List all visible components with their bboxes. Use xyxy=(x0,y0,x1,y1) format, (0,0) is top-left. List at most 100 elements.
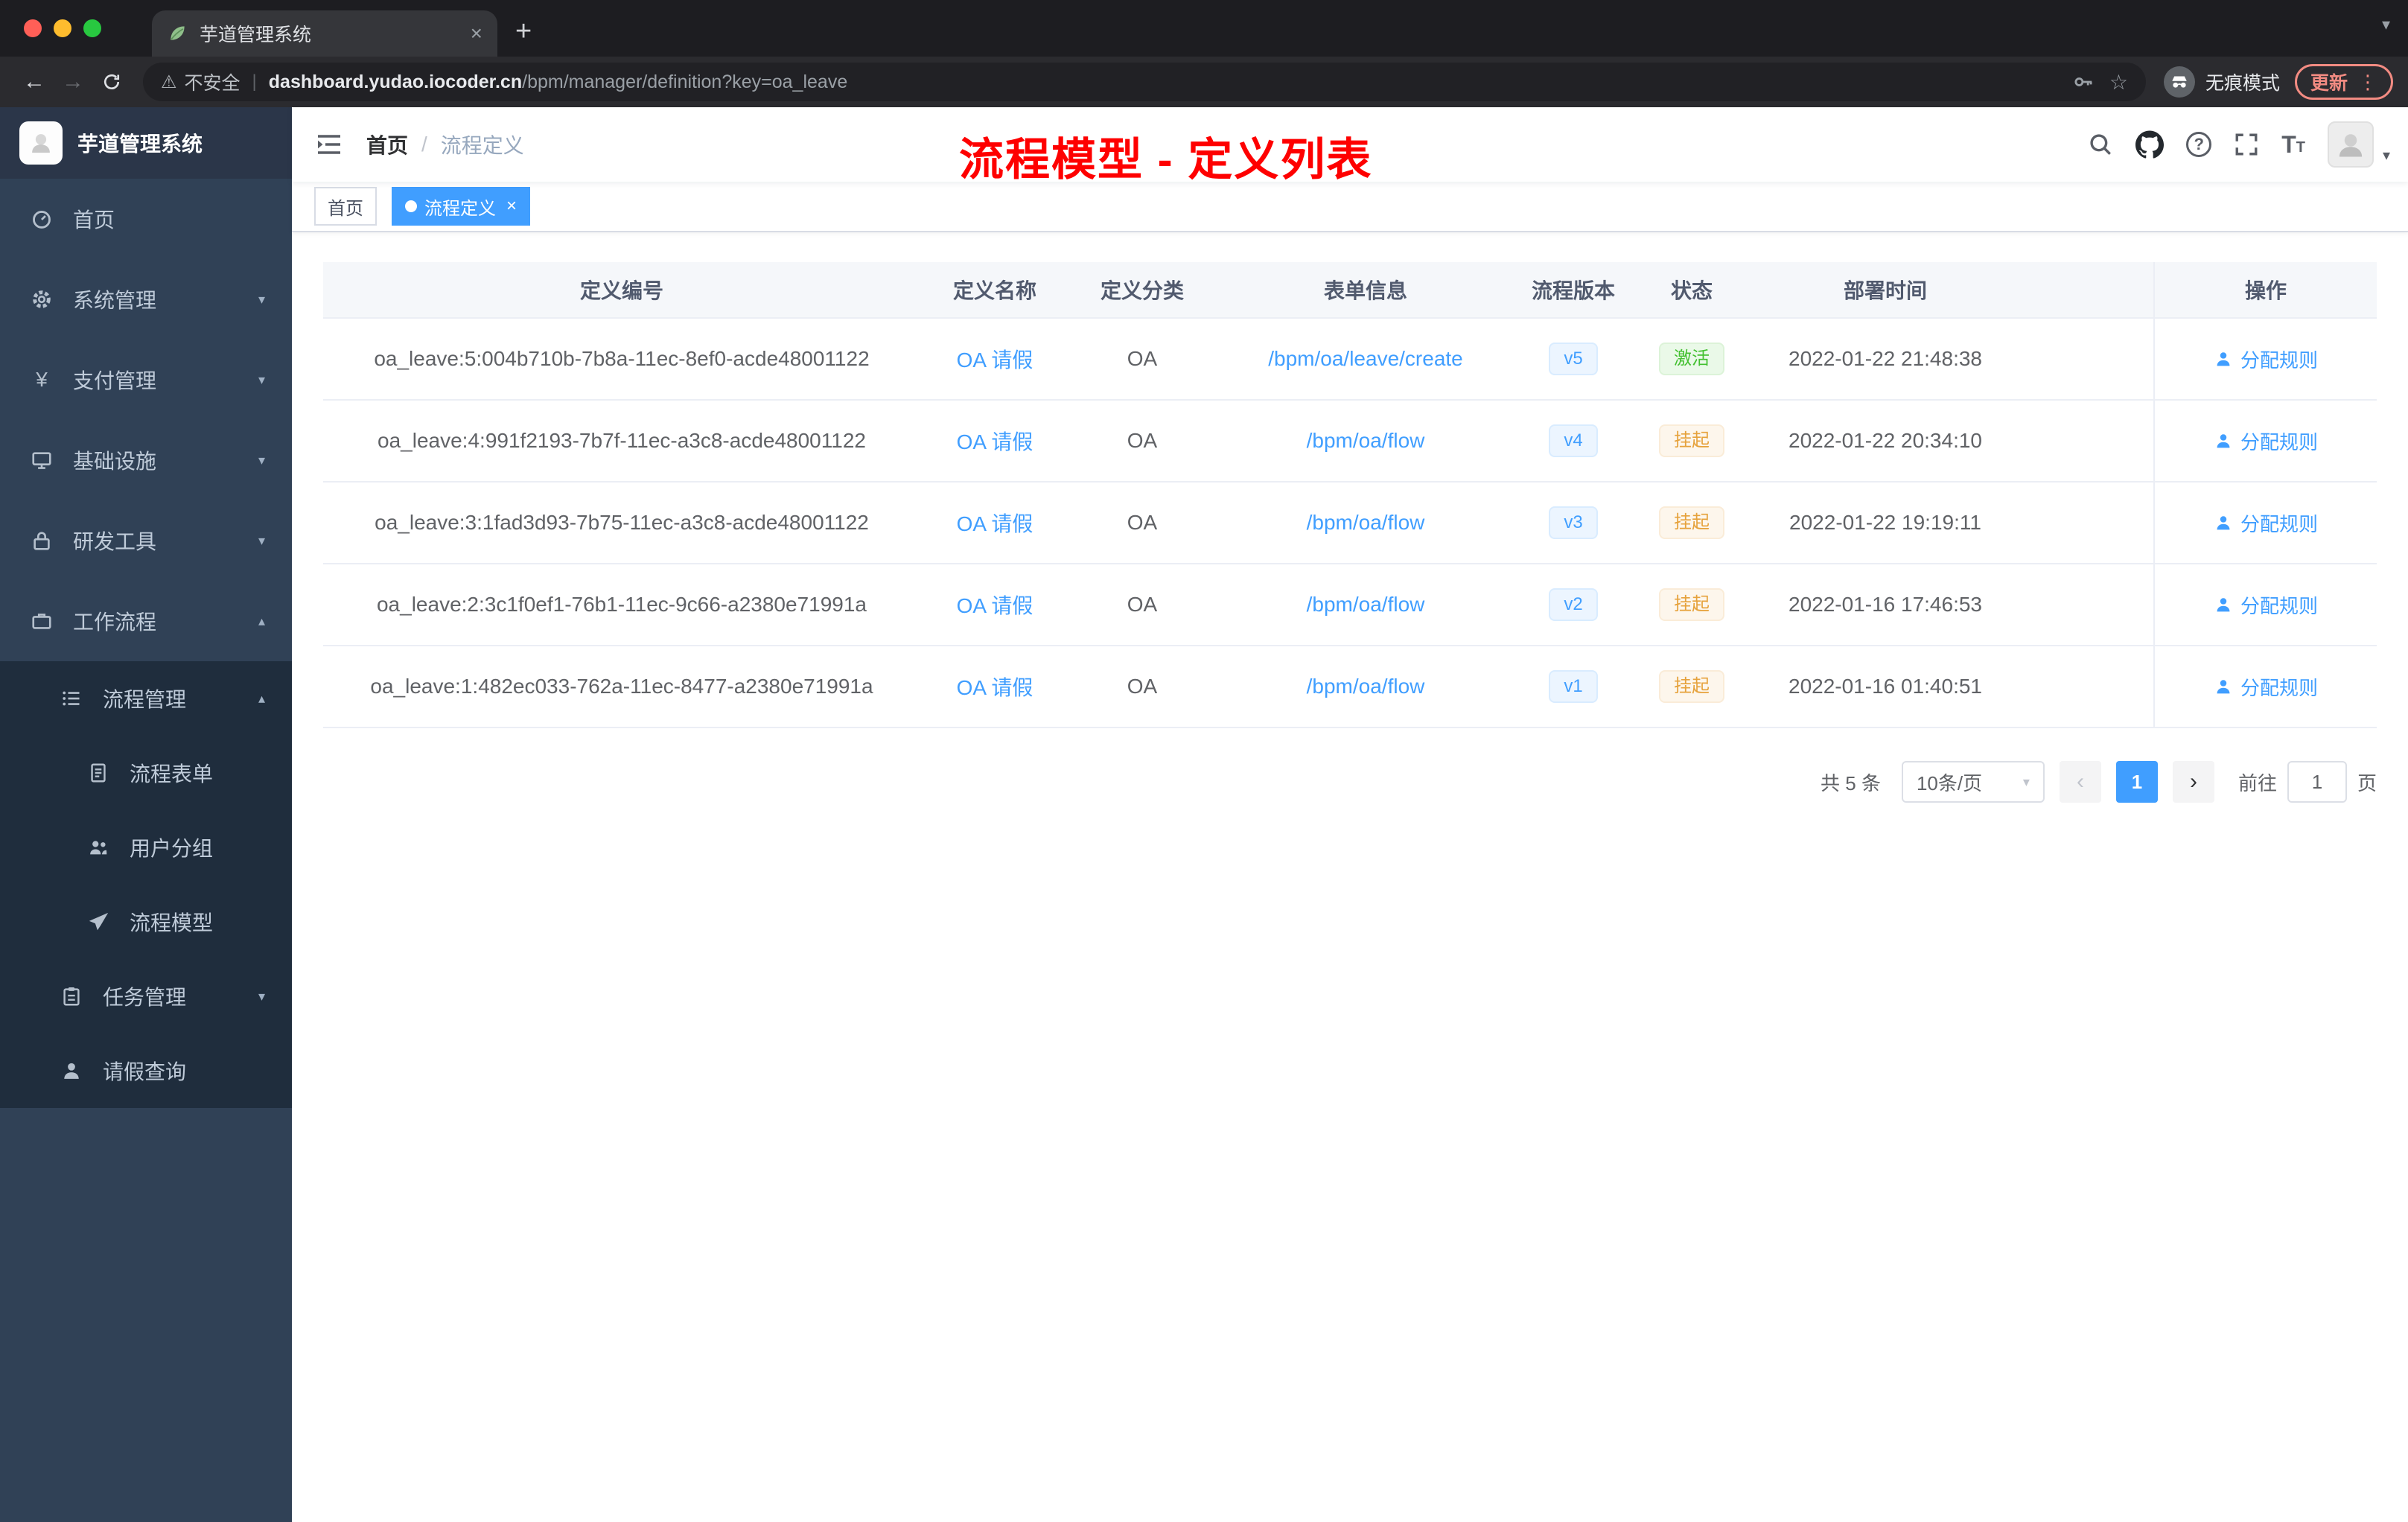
tag-label: 首页 xyxy=(328,198,363,219)
close-window-button[interactable] xyxy=(24,19,42,37)
sidebar-item-task-management[interactable]: 任务管理 ▾ xyxy=(0,959,292,1034)
browser-menu-icon[interactable]: ⋮ xyxy=(2358,71,2377,94)
definition-category: OA xyxy=(1127,429,1158,452)
new-tab-button[interactable]: + xyxy=(515,16,532,48)
sidebar-item-user-group[interactable]: 用户分组 xyxy=(0,810,292,885)
font-size-icon[interactable]: TT xyxy=(2281,133,2305,156)
breadcrumb: 首页 / 流程定义 xyxy=(366,130,524,159)
tag-label: 流程定义 xyxy=(424,198,496,219)
assign-rule-label: 分配规则 xyxy=(2240,430,2318,453)
table-row: oa_leave:5:004b710b-7b8a-11ec-8ef0-acde4… xyxy=(323,319,2377,401)
document-icon xyxy=(86,761,110,785)
user-menu[interactable]: ▾ xyxy=(2327,121,2390,168)
tag-process-definition[interactable]: 流程定义 × xyxy=(392,187,531,226)
tab-search-icon[interactable]: ▾ xyxy=(2382,15,2390,34)
form-link[interactable]: /bpm/oa/flow xyxy=(1307,675,1425,698)
person-icon xyxy=(60,1059,83,1083)
definition-category: OA xyxy=(1127,511,1158,534)
security-warning-icon[interactable]: ⚠ xyxy=(161,71,177,93)
assign-rule-button[interactable]: 分配规则 xyxy=(2214,346,2318,373)
page-size-select[interactable]: 10条/页 ▾ xyxy=(1901,761,2045,803)
definition-name-link[interactable]: OA 请假 xyxy=(957,590,1033,620)
sidebar-item-process-model[interactable]: 流程模型 xyxy=(0,885,292,959)
fullscreen-icon[interactable] xyxy=(2234,132,2259,157)
bookmark-star-icon[interactable]: ☆ xyxy=(2109,70,2128,95)
minimize-window-button[interactable] xyxy=(54,19,71,37)
page-content: 定义编号 定义名称 定义分类 表单信息 流程版本 状态 部署时间 操作 oa_l… xyxy=(292,232,2408,1522)
password-key-icon[interactable] xyxy=(2072,71,2095,93)
tab-close-icon[interactable]: × xyxy=(471,23,482,44)
chrome-update-button[interactable]: 更新 ⋮ xyxy=(2294,64,2393,100)
column-header-category: 定义分类 xyxy=(1100,279,1184,302)
tag-home[interactable]: 首页 xyxy=(314,187,377,226)
list-icon xyxy=(60,687,83,710)
assign-rule-button[interactable]: 分配规则 xyxy=(2214,673,2318,701)
forward-button[interactable]: → xyxy=(54,63,92,101)
sidebar-item-payment[interactable]: ¥ 支付管理 ▾ xyxy=(0,340,292,420)
avatar[interactable] xyxy=(2327,121,2374,168)
lock-icon xyxy=(30,529,54,553)
chevron-down-icon: ▾ xyxy=(258,988,265,1004)
definition-name-link[interactable]: OA 请假 xyxy=(957,508,1033,538)
hamburger-icon[interactable] xyxy=(292,107,366,182)
assign-rule-button[interactable]: 分配规则 xyxy=(2214,509,2318,537)
definition-id: oa_leave:4:991f2193-7b7f-11ec-a3c8-acde4… xyxy=(378,429,866,452)
back-button[interactable]: ← xyxy=(15,63,54,101)
browser-window: 芋道管理系统 × + ▾ ← → ⚠ 不安全 | dashboard.yudao… xyxy=(0,0,2408,1522)
address-bar[interactable]: ⚠ 不安全 | dashboard.yudao.iocoder.cn/bpm/m… xyxy=(143,63,2146,101)
status-badge: 挂起 xyxy=(1659,670,1724,703)
column-header-name: 定义名称 xyxy=(952,279,1036,302)
deploy-time: 2022-01-16 01:40:51 xyxy=(1789,675,1982,698)
form-link[interactable]: /bpm/oa/flow xyxy=(1307,429,1425,453)
help-icon[interactable]: ? xyxy=(2186,132,2212,157)
page-number-1[interactable]: 1 xyxy=(2115,761,2158,803)
sidebar-item-workflow[interactable]: 工作流程 ▴ xyxy=(0,581,292,661)
navbar-actions: ? TT ▾ xyxy=(2088,121,2408,168)
dashboard-icon xyxy=(30,207,54,231)
prev-page-button[interactable]: ‹ xyxy=(2059,761,2101,803)
github-icon[interactable] xyxy=(2135,130,2165,159)
sidebar-item-label: 研发工具 xyxy=(73,530,157,553)
gear-icon xyxy=(30,287,54,311)
caret-down-icon[interactable]: ▾ xyxy=(2383,146,2390,165)
next-page-button[interactable]: › xyxy=(2172,761,2214,803)
tag-close-icon[interactable]: × xyxy=(506,197,517,215)
sidebar-item-home[interactable]: 首页 xyxy=(0,179,292,259)
assign-rule-label: 分配规则 xyxy=(2240,512,2318,535)
paper-plane-icon xyxy=(86,910,110,934)
sidebar-item-infrastructure[interactable]: 基础设施 ▾ xyxy=(0,420,292,500)
table-row: oa_leave:4:991f2193-7b7f-11ec-a3c8-acde4… xyxy=(323,401,2377,483)
sidebar-item-dev-tools[interactable]: 研发工具 ▾ xyxy=(0,500,292,581)
reload-button[interactable] xyxy=(92,63,131,101)
assign-rule-button[interactable]: 分配规则 xyxy=(2214,427,2318,455)
definition-category: OA xyxy=(1127,593,1158,616)
sidebar-item-label: 请假查询 xyxy=(103,1060,187,1083)
form-link[interactable]: /bpm/oa/flow xyxy=(1307,511,1425,535)
sidebar-item-leave-query[interactable]: 请假查询 xyxy=(0,1034,292,1108)
form-link[interactable]: /bpm/oa/leave/create xyxy=(1268,347,1463,371)
security-label[interactable]: 不安全 xyxy=(185,69,241,95)
breadcrumb-home[interactable]: 首页 xyxy=(366,130,408,159)
definition-name-link[interactable]: OA 请假 xyxy=(957,344,1033,374)
assign-rule-button[interactable]: 分配规则 xyxy=(2214,591,2318,619)
goto-label: 前往 xyxy=(2237,771,2277,795)
sidebar-logo[interactable]: 芋道管理系统 xyxy=(0,107,292,179)
main-area: 首页 / 流程定义 流程模型 - 定义列表 ? T T ▾ 首页 流程定义 × … xyxy=(292,107,2408,1522)
goto-page-input[interactable] xyxy=(2287,761,2347,803)
sidebar-item-label: 基础设施 xyxy=(73,450,157,473)
sidebar-item-process-form[interactable]: 流程表单 xyxy=(0,736,292,810)
search-icon[interactable] xyxy=(2088,132,2113,157)
zoom-window-button[interactable] xyxy=(83,19,101,37)
definition-name-link[interactable]: OA 请假 xyxy=(957,672,1033,701)
browser-tab[interactable]: 芋道管理系统 × xyxy=(152,10,497,57)
sidebar-item-label: 用户分组 xyxy=(130,837,214,860)
filler-cell xyxy=(2018,646,2153,727)
sidebar-item-process-management[interactable]: 流程管理 ▴ xyxy=(0,661,292,736)
form-link[interactable]: /bpm/oa/flow xyxy=(1307,593,1425,617)
favicon xyxy=(167,23,188,44)
assign-rule-label: 分配规则 xyxy=(2240,348,2318,372)
active-dot xyxy=(405,200,417,212)
definition-name-link[interactable]: OA 请假 xyxy=(957,426,1033,456)
column-header-id: 定义编号 xyxy=(579,279,663,302)
sidebar-item-system[interactable]: 系统管理 ▾ xyxy=(0,259,292,340)
